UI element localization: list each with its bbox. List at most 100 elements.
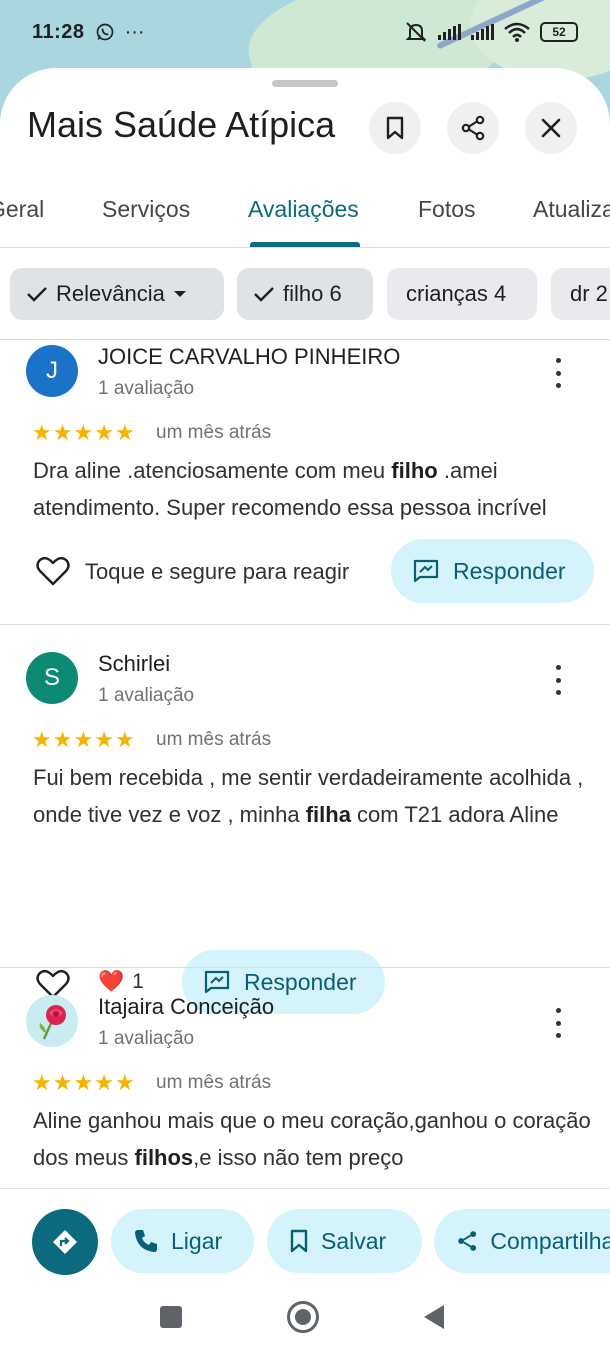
rose-avatar-icon: [39, 1005, 66, 1040]
directions-button[interactable]: [32, 1209, 98, 1275]
share-icon: [458, 1231, 477, 1251]
filter-dr-chip[interactable]: dr 2: [551, 268, 610, 320]
reply-button[interactable]: Responder: [391, 539, 594, 603]
review-count: 1 avaliação: [98, 685, 195, 706]
star-icon: ★: [114, 1070, 135, 1095]
more-options-button[interactable]: [548, 665, 568, 695]
tab-atualizacoes[interactable]: Atualizações: [533, 196, 610, 223]
star-icon: ★: [94, 420, 114, 445]
review-text[interactable]: Aline ganhou mais que o meu coração,ganh…: [33, 1102, 593, 1176]
review-divider: [0, 624, 610, 625]
review-card: J JOICE CARVALHO PINHEIRO 1 avaliação ★ ★…: [0, 340, 610, 624]
chip-label: filho 6: [283, 281, 342, 306]
avatar[interactable]: S: [26, 652, 78, 704]
review-count: 1 avaliação: [98, 378, 195, 399]
review-author[interactable]: JOICE CARVALHO PINHEIRO: [98, 344, 400, 370]
action-bar: Ligar Salvar Compartilhar: [0, 1188, 610, 1292]
star-icon: ★: [73, 727, 94, 752]
star-icon: ★: [32, 420, 52, 445]
star-rating: ★ ★ ★ ★ ★: [32, 422, 135, 444]
active-tab-indicator: [250, 242, 360, 247]
back-button[interactable]: [424, 1305, 444, 1329]
status-more: ···: [124, 20, 145, 43]
more-options-button[interactable]: [548, 1008, 568, 1038]
share-icon: [461, 115, 485, 141]
star-icon: ★: [94, 1070, 114, 1095]
share-label: Compartilhar: [490, 1227, 610, 1254]
reply-icon: [413, 559, 439, 583]
battery-icon: 52: [540, 22, 578, 42]
wifi-icon: [504, 22, 530, 42]
star-icon: ★: [52, 1070, 73, 1095]
review-author[interactable]: Itajaira Conceição: [98, 994, 274, 1020]
star-icon: ★: [32, 727, 52, 752]
star-rating: ★ ★ ★ ★ ★: [32, 1072, 135, 1094]
recents-button[interactable]: [160, 1306, 182, 1328]
review-text[interactable]: Dra aline .atenciosamente com meu filho …: [33, 452, 593, 526]
tab-bar: Geral Serviços Avaliações Fotos Atualiza…: [0, 188, 610, 248]
star-icon: ★: [52, 420, 73, 445]
call-label: Ligar: [171, 1227, 223, 1254]
tab-geral[interactable]: Geral: [0, 196, 44, 223]
star-rating: ★ ★ ★ ★ ★: [32, 729, 135, 751]
review-card: Itajaira Conceição 1 avaliação ★ ★ ★ ★ ★ um …: [0, 990, 610, 1190]
phone-icon: [135, 1230, 157, 1252]
filter-criancas-chip[interactable]: crianças 4: [387, 268, 537, 320]
dropdown-arrow-icon: [173, 291, 186, 297]
system-nav-bar: [0, 1292, 610, 1356]
react-hint[interactable]: Toque e segure para reagir: [85, 559, 349, 585]
star-icon: ★: [94, 727, 114, 752]
save-button[interactable]: Salvar: [267, 1209, 422, 1273]
star-icon: ★: [114, 727, 135, 752]
mute-icon: [405, 22, 427, 42]
star-icon: ★: [52, 727, 73, 752]
star-icon: ★: [73, 1070, 94, 1095]
reply-label: Responder: [453, 557, 566, 584]
chip-label: Relevância: [56, 281, 165, 306]
close-icon: [541, 118, 561, 138]
status-bar: 11:28 ··· 52: [0, 0, 610, 64]
review-author[interactable]: Schirlei: [98, 651, 170, 677]
share-button[interactable]: Compartilhar: [434, 1209, 610, 1273]
home-button[interactable]: [287, 1301, 319, 1333]
chip-label: dr 2: [570, 281, 608, 306]
filter-filho-chip[interactable]: filho 6: [237, 268, 373, 320]
whatsapp-icon: [96, 23, 113, 41]
chip-label: crianças 4: [406, 281, 507, 306]
save-place-button[interactable]: [369, 102, 421, 154]
bookmark-icon: [290, 1229, 308, 1253]
signal-icon: [438, 24, 461, 40]
avatar[interactable]: [26, 995, 78, 1047]
directions-icon: [53, 1230, 77, 1254]
heart-icon[interactable]: [36, 556, 70, 586]
check-icon: [254, 287, 274, 302]
avatar[interactable]: J: [26, 345, 78, 397]
avatar-letter: J: [46, 357, 58, 384]
drag-handle[interactable]: [272, 80, 338, 87]
review-text[interactable]: Fui bem recebida , me sentir verdadeiram…: [33, 759, 593, 833]
save-label: Salvar: [321, 1227, 387, 1254]
star-icon: ★: [32, 1070, 52, 1095]
sort-relevance-chip[interactable]: Relevância: [10, 268, 224, 320]
review-count: 1 avaliação: [98, 1028, 195, 1049]
place-sheet: Mais Saúde Atípica Geral Serviços Avalia…: [0, 68, 610, 1356]
place-title: Mais Saúde Atípica: [27, 104, 336, 145]
avatar-letter: S: [43, 664, 60, 691]
tab-avaliacoes[interactable]: Avaliações: [248, 196, 359, 223]
tab-servicos[interactable]: Serviços: [102, 196, 190, 223]
call-button[interactable]: Ligar: [111, 1209, 254, 1273]
status-time: 11:28: [32, 20, 85, 43]
share-place-button[interactable]: [447, 102, 499, 154]
check-icon: [27, 287, 47, 302]
review-card: S Schirlei 1 avaliação ★ ★ ★ ★ ★ um mês atrá…: [0, 647, 610, 1014]
star-icon: ★: [114, 420, 135, 445]
review-divider: [0, 967, 610, 968]
tab-fotos[interactable]: Fotos: [418, 196, 476, 223]
close-button[interactable]: [525, 102, 577, 154]
review-time: um mês atrás: [156, 1072, 272, 1093]
signal-icon: [471, 24, 494, 40]
bookmark-icon: [386, 116, 404, 140]
star-icon: ★: [73, 420, 94, 445]
more-options-button[interactable]: [548, 358, 568, 388]
review-time: um mês atrás: [156, 729, 272, 750]
